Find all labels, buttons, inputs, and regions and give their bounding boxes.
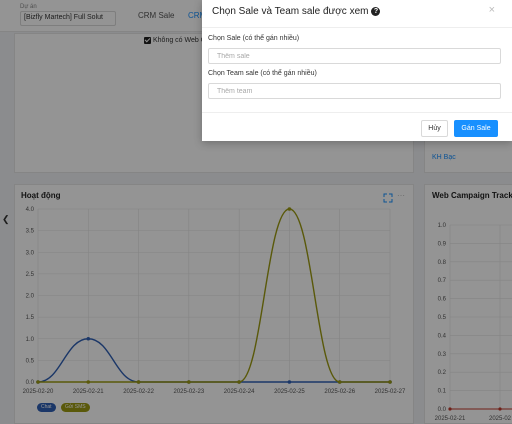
sale-field-label: Chọn Sale (có thể gán nhiều) [208,35,300,42]
modal-title: Chọn Sale và Team sale được xem ? [212,6,381,17]
cancel-button[interactable]: Hủy [421,120,448,137]
team-input[interactable] [208,83,501,99]
assign-sale-modal: Chọn Sale và Team sale được xem ? × Chọn… [202,0,512,141]
close-icon[interactable]: × [489,4,495,16]
modal-title-text: Chọn Sale và Team sale được xem [212,6,369,17]
modal-header-divider [202,27,512,28]
modal-footer-divider [202,112,512,113]
sale-input[interactable] [208,48,501,64]
assign-sale-button[interactable]: Gán Sale [454,120,498,137]
team-field-label: Chọn Team sale (có thể gán nhiều) [208,70,317,77]
help-icon[interactable]: ? [371,7,381,16]
